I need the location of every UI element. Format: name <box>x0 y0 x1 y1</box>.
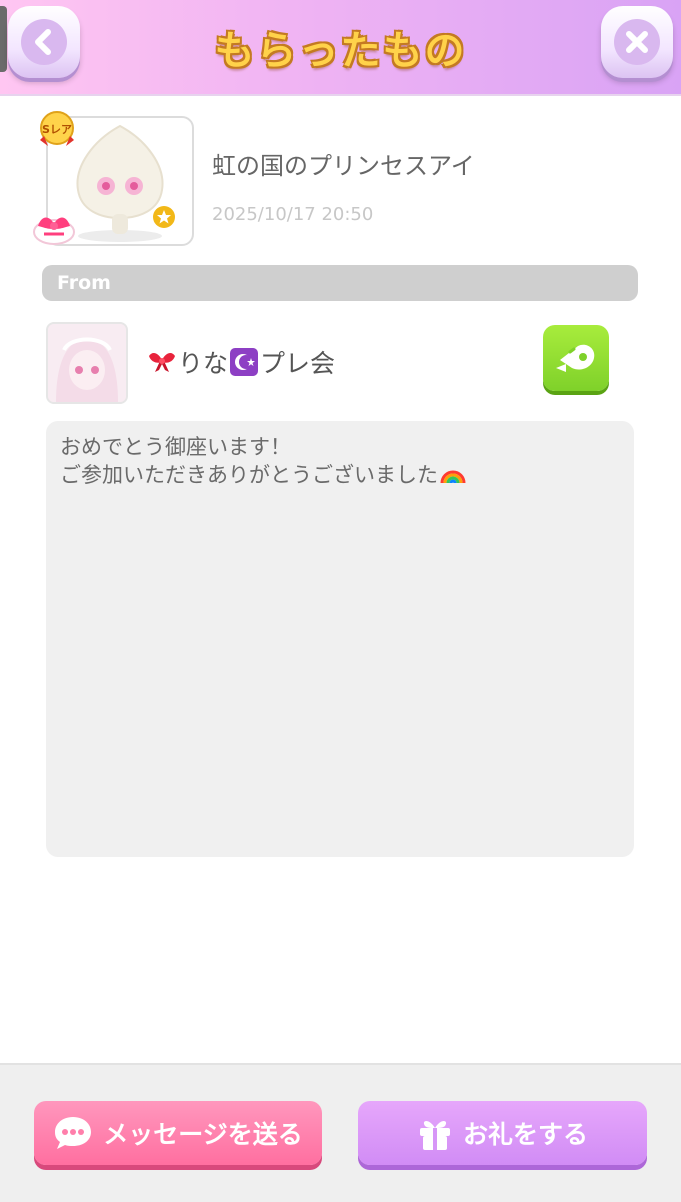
sender-name-part1: りな <box>178 349 229 378</box>
sender-name-row[interactable]: りな プレ会 <box>146 344 335 380</box>
rarity-badge: Sレア <box>40 111 74 146</box>
favorite-star-icon <box>153 206 175 228</box>
profile-tag-icon <box>556 344 595 372</box>
close-icon <box>614 19 660 65</box>
close-button[interactable] <box>601 6 673 78</box>
from-section-header: From <box>42 265 638 301</box>
message-line-2-row: ご参加いただきありがとうございました <box>60 459 466 489</box>
received-date: 2025/10/17 20:50 <box>212 204 374 225</box>
avatar-image <box>48 324 126 402</box>
gift-icon <box>419 1121 450 1150</box>
message-box: おめでとう御座います！ ご参加いただきありがとうございました <box>46 421 634 857</box>
send-message-label: メッセージを送る <box>103 1120 303 1149</box>
ribbon-emoji-icon <box>146 346 178 378</box>
send-message-button[interactable]: メッセージを送る <box>34 1101 322 1165</box>
page-title: もらったもの <box>214 28 467 74</box>
header-bar: もらったもの <box>0 0 681 96</box>
sender-name-part2: プレ会 <box>260 349 336 378</box>
message-line-1: おめでとう御座います！ <box>60 435 291 459</box>
rainbow-emoji-icon <box>440 470 466 484</box>
sender-avatar[interactable] <box>46 322 128 404</box>
from-label: From <box>57 272 111 294</box>
thank-you-gift-button[interactable]: お礼をする <box>358 1101 647 1165</box>
star-and-crescent-icon <box>228 346 260 378</box>
thank-label: お礼をする <box>462 1120 588 1149</box>
item-name: 虹の国のプリンセスアイ <box>212 152 475 180</box>
ribbon-icon <box>33 217 75 245</box>
speech-bubble-icon <box>55 1117 92 1149</box>
view-profile-button[interactable] <box>543 325 609 391</box>
message-line-2: ご参加いただきありがとうございました <box>60 463 438 487</box>
rarity-label: Sレア <box>42 123 72 136</box>
